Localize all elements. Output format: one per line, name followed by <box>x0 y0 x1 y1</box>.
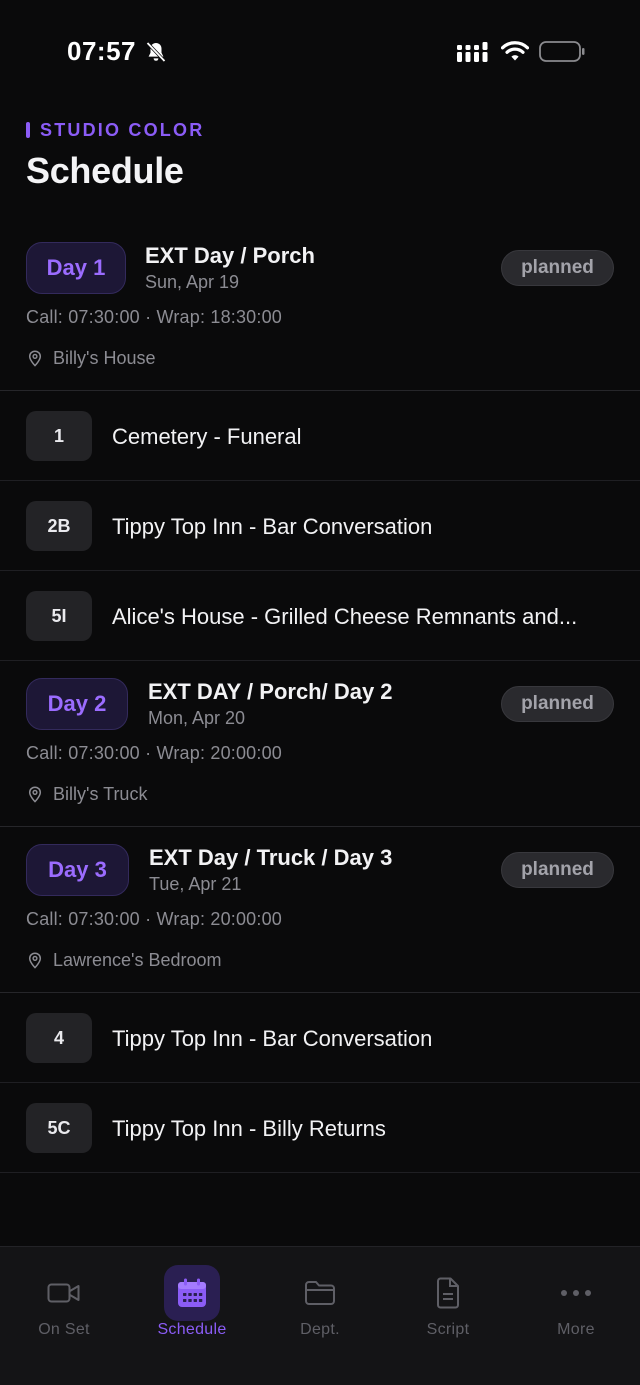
scene-title: Tippy Top Inn - Bar Conversation <box>112 514 433 539</box>
tab-more[interactable]: More <box>512 1247 640 1385</box>
document-icon <box>437 1277 459 1309</box>
wifi-icon <box>501 41 529 61</box>
project-eyebrow: STUDIO COLOR <box>26 120 204 140</box>
scene-number: 5C <box>26 1103 92 1153</box>
scene-title: Alice's House - Grilled Cheese Remnants … <box>112 604 578 629</box>
scene-number: 4 <box>26 1013 92 1063</box>
tab-schedule[interactable]: Schedule <box>128 1247 256 1385</box>
scene-title: Tippy Top Inn - Bar Conversation <box>112 1026 433 1051</box>
tab-on-set[interactable]: On Set <box>0 1247 128 1385</box>
scene-number: 1 <box>26 411 92 461</box>
tab-script[interactable]: Script <box>384 1247 512 1385</box>
eyebrow-accent-bar <box>26 122 30 138</box>
scene-row[interactable]: 5I Alice's House - Grilled Cheese Remnan… <box>0 571 640 661</box>
call-wrap-times: Call: 07:30:00 · Wrap: 18:30:00 <box>26 307 283 327</box>
calendar-icon <box>178 1278 206 1307</box>
day-pill: Day 3 <box>26 844 129 896</box>
more-dots-icon <box>561 1290 591 1296</box>
status-badge: planned <box>501 852 614 888</box>
bell-muted-icon <box>146 41 166 63</box>
scene-row[interactable]: 5C Tippy Top Inn - Billy Returns <box>0 1083 640 1173</box>
cellular-signal-icon <box>457 42 488 62</box>
status-bar: 07:57 <box>0 0 640 100</box>
day-date: Tue, Apr 21 <box>149 874 242 894</box>
day-title: EXT Day / Porch <box>145 243 315 268</box>
battery-icon <box>539 41 585 62</box>
day-title: EXT DAY / Porch/ Day 2 <box>148 679 393 704</box>
shoot-day-row[interactable]: Day 3 EXT Day / Truck / Day 3 Tue, Apr 2… <box>0 827 640 993</box>
location-name: Lawrence's Bedroom <box>53 950 222 970</box>
location-pin-icon <box>28 952 42 969</box>
scene-title: Tippy Top Inn - Billy Returns <box>112 1116 386 1141</box>
day-date: Mon, Apr 20 <box>148 708 246 728</box>
day-date: Sun, Apr 19 <box>145 272 240 292</box>
tab-label: Schedule <box>157 1321 227 1338</box>
tab-label: Dept. <box>300 1321 340 1338</box>
day-pill: Day 2 <box>26 678 128 730</box>
status-time: 07:57 <box>67 36 136 66</box>
day-title: EXT Day / Truck / Day 3 <box>149 845 393 870</box>
shoot-day-row[interactable]: Day 2 EXT DAY / Porch/ Day 2 Mon, Apr 20… <box>0 661 640 827</box>
scene-row[interactable]: 2B Tippy Top Inn - Bar Conversation <box>0 481 640 571</box>
call-wrap-times: Call: 07:30:00 · Wrap: 20:00:00 <box>26 743 283 763</box>
shoot-day-row[interactable]: Day 1 EXT Day / Porch Sun, Apr 19 planne… <box>0 225 640 391</box>
call-wrap-times: Call: 07:30:00 · Wrap: 20:00:00 <box>26 909 283 929</box>
project-name: STUDIO COLOR <box>40 119 205 140</box>
schedule-list: Day 1 EXT Day / Porch Sun, Apr 19 planne… <box>0 225 640 1173</box>
scene-number: 2B <box>26 501 92 551</box>
location-name: Billy's Truck <box>53 784 148 804</box>
video-camera-icon <box>47 1283 80 1303</box>
location-pin-icon <box>28 350 42 367</box>
page-title: Schedule <box>26 150 184 191</box>
bottom-tab-bar: On Set Schedule Dept. Script More <box>0 1246 640 1385</box>
scene-row[interactable]: 4 Tippy Top Inn - Bar Conversation <box>0 993 640 1083</box>
day-pill: Day 1 <box>26 242 126 294</box>
status-badge: planned <box>501 686 614 722</box>
scene-row[interactable]: 1 Cemetery - Funeral <box>0 391 640 481</box>
location-name: Billy's House <box>53 348 156 368</box>
tab-label: More <box>557 1321 595 1338</box>
scene-title: Cemetery - Funeral <box>112 424 302 449</box>
tab-label: On Set <box>38 1321 90 1338</box>
scene-number: 5I <box>26 591 92 641</box>
tab-label: Script <box>426 1321 470 1338</box>
folder-icon <box>305 1281 335 1305</box>
status-badge: planned <box>501 250 614 286</box>
location-pin-icon <box>28 786 42 803</box>
tab-dept[interactable]: Dept. <box>256 1247 384 1385</box>
schedule-screen: 07:57 STUDIO COLOR Schedule Day 1 EXT Da… <box>0 0 640 1385</box>
